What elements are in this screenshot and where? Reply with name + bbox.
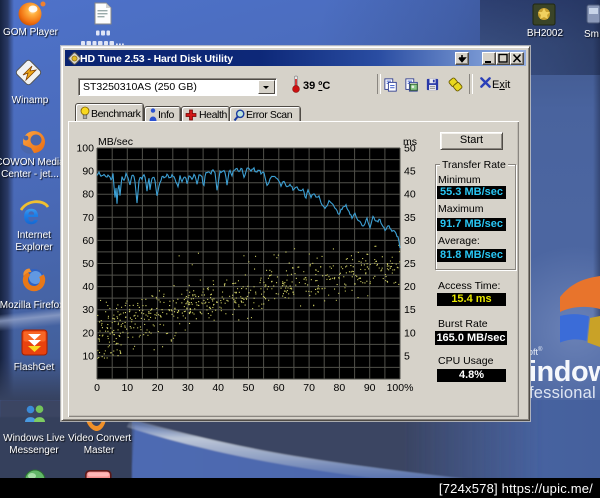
svg-text:60: 60: [82, 235, 94, 247]
svg-text:40: 40: [212, 382, 224, 394]
svg-text:90: 90: [364, 382, 376, 394]
svg-text:15: 15: [404, 304, 416, 316]
svg-text:20: 20: [152, 382, 164, 394]
svg-text:30: 30: [182, 382, 194, 394]
svg-text:70: 70: [82, 212, 94, 224]
svg-text:30: 30: [404, 235, 416, 247]
svg-text:20: 20: [82, 327, 94, 339]
svg-text:50: 50: [243, 382, 255, 394]
svg-text:40: 40: [404, 189, 416, 201]
svg-text:100: 100: [76, 143, 94, 155]
svg-text:ms: ms: [403, 136, 417, 148]
svg-text:70: 70: [303, 382, 315, 394]
svg-text:10: 10: [404, 327, 416, 339]
svg-text:5: 5: [404, 350, 410, 362]
svg-text:0: 0: [94, 382, 100, 394]
svg-text:30: 30: [82, 304, 94, 316]
svg-text:50: 50: [82, 258, 94, 270]
svg-text:45: 45: [404, 166, 416, 178]
svg-text:40: 40: [82, 281, 94, 293]
svg-text:80: 80: [82, 189, 94, 201]
svg-text:MB/sec: MB/sec: [98, 136, 133, 148]
svg-text:10: 10: [82, 350, 94, 362]
svg-text:80: 80: [334, 382, 346, 394]
svg-text:60: 60: [273, 382, 285, 394]
svg-text:100%: 100%: [387, 382, 414, 394]
svg-text:20: 20: [404, 281, 416, 293]
svg-text:90: 90: [82, 166, 94, 178]
svg-text:25: 25: [404, 258, 416, 270]
svg-text:35: 35: [404, 212, 416, 224]
svg-text:10: 10: [121, 382, 133, 394]
